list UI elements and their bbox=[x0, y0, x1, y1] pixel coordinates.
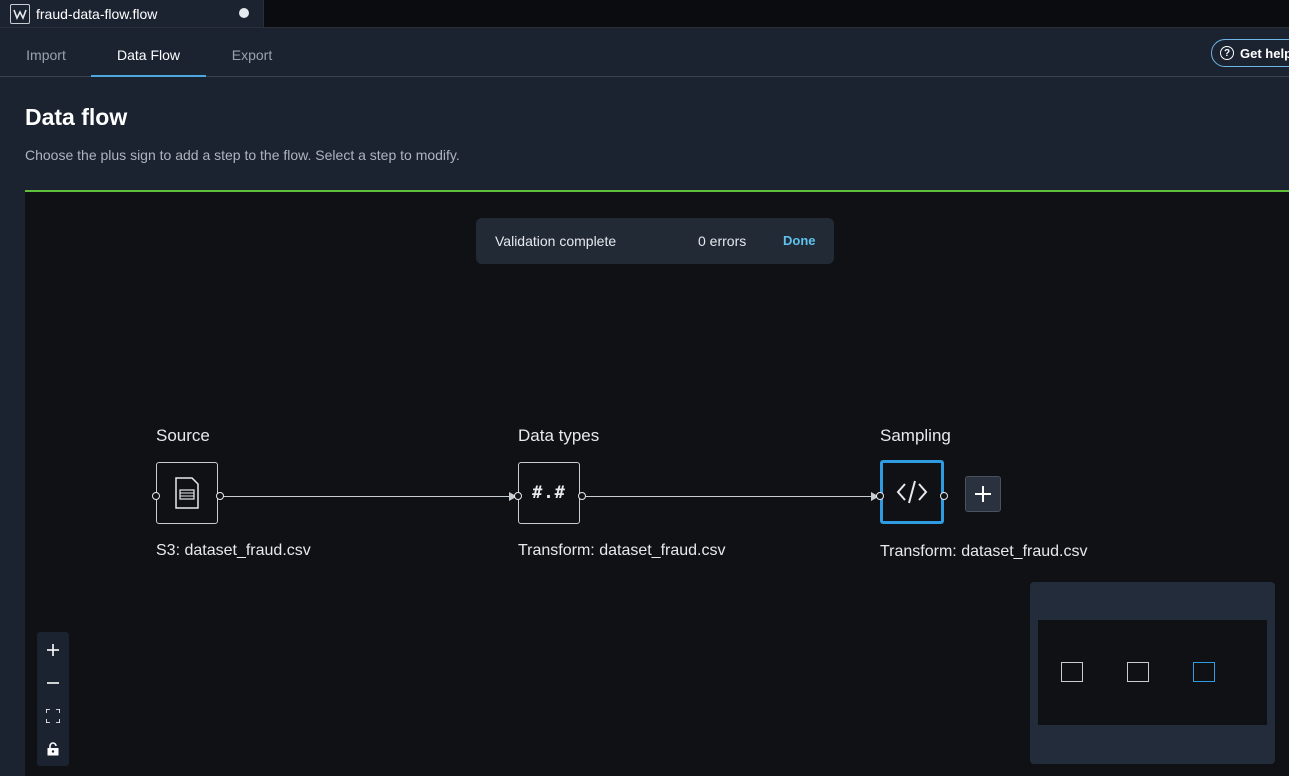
minimap-node bbox=[1127, 662, 1149, 682]
get-help-label: Get help bbox=[1240, 45, 1289, 61]
code-icon bbox=[896, 480, 928, 504]
source-node[interactable] bbox=[156, 462, 218, 524]
page-subtitle: Choose the plus sign to add a step to th… bbox=[25, 147, 460, 163]
minimap-node-selected bbox=[1193, 662, 1215, 682]
sagemaker-logo-icon bbox=[10, 3, 30, 24]
fit-view-icon bbox=[46, 709, 60, 723]
plus-icon bbox=[975, 486, 991, 502]
add-step-button[interactable] bbox=[965, 476, 1001, 512]
validation-toast: Validation complete 0 errors Done bbox=[476, 218, 834, 264]
flow-edge bbox=[585, 496, 877, 497]
zoom-out-icon bbox=[47, 682, 59, 684]
output-port[interactable] bbox=[578, 492, 586, 500]
output-port[interactable] bbox=[216, 492, 224, 500]
get-help-button[interactable]: ? Get help bbox=[1211, 39, 1289, 67]
output-port[interactable] bbox=[940, 492, 948, 500]
input-port[interactable] bbox=[876, 492, 884, 500]
minimap-viewport[interactable] bbox=[1038, 620, 1267, 725]
flow-edge bbox=[223, 496, 515, 497]
node-label-source: Source bbox=[156, 426, 210, 445]
lock-icon bbox=[47, 742, 59, 756]
node-label-data-types: Data types bbox=[518, 426, 600, 445]
sub-navigation: Import Data Flow Export ? Get help bbox=[0, 28, 1289, 77]
page-title: Data flow bbox=[25, 104, 128, 130]
fit-view-button[interactable] bbox=[37, 700, 69, 732]
node-caption-source: S3: dataset_fraud.csv bbox=[156, 542, 311, 559]
validation-message: Validation complete bbox=[495, 233, 617, 249]
minimap[interactable] bbox=[1030, 582, 1275, 764]
unsaved-dot-icon[interactable] bbox=[239, 8, 249, 18]
file-icon bbox=[175, 477, 199, 509]
file-tab[interactable]: fraud-data-flow.flow bbox=[0, 0, 264, 27]
file-name: fraud-data-flow.flow bbox=[36, 5, 158, 22]
zoom-controls bbox=[37, 632, 69, 766]
node-label-sampling: Sampling bbox=[880, 426, 951, 445]
input-port[interactable] bbox=[152, 492, 160, 500]
node-caption-sampling: Transform: dataset_fraud.csv bbox=[880, 543, 1088, 560]
input-port[interactable] bbox=[514, 492, 522, 500]
lock-button[interactable] bbox=[37, 733, 69, 765]
data-types-icon: #.# bbox=[532, 483, 566, 503]
minimap-node bbox=[1061, 662, 1083, 682]
tab-import[interactable]: Import bbox=[10, 28, 82, 76]
tab-data-flow[interactable]: Data Flow bbox=[91, 28, 206, 77]
data-types-node[interactable]: #.# bbox=[518, 462, 580, 524]
zoom-out-button[interactable] bbox=[37, 667, 69, 699]
node-caption-data-types: Transform: dataset_fraud.csv bbox=[518, 542, 726, 559]
zoom-in-button[interactable] bbox=[37, 634, 69, 666]
help-icon: ? bbox=[1220, 46, 1234, 60]
zoom-in-icon bbox=[47, 644, 59, 656]
sampling-node[interactable] bbox=[880, 460, 944, 524]
done-button[interactable]: Done bbox=[783, 233, 816, 248]
error-count: 0 errors bbox=[698, 233, 747, 249]
editor-tab-strip: fraud-data-flow.flow bbox=[0, 0, 1289, 28]
tab-export[interactable]: Export bbox=[216, 28, 288, 76]
flow-canvas[interactable]: Validation complete 0 errors Done Source… bbox=[25, 190, 1289, 776]
